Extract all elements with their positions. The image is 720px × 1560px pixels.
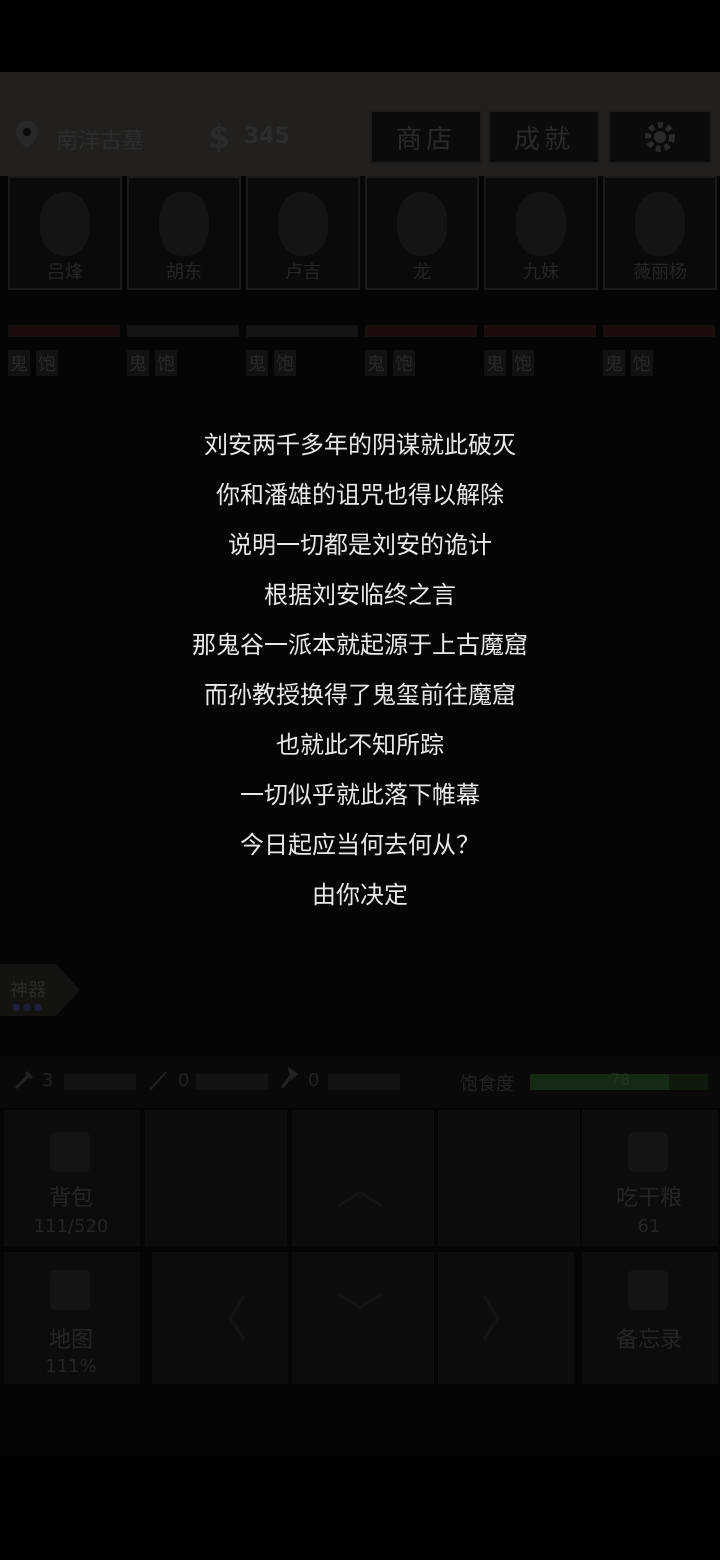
satiety-value: 78 (610, 1070, 631, 1089)
character-name: 卢吉 (285, 262, 321, 283)
shop-button[interactable]: 商店 (370, 110, 482, 164)
left-arrow-icon: 〈 (200, 1292, 249, 1348)
character-portrait (516, 192, 566, 256)
character-status: 鬼饱 (127, 350, 183, 376)
up-arrow-icon: ︿ (336, 1160, 385, 1216)
character-card[interactable]: 九妹 (484, 176, 598, 290)
satiety-fill (530, 1074, 669, 1090)
satiety-label: 饱食度 (460, 1074, 514, 1095)
health-bar (8, 325, 120, 337)
story-line: 也就此不知所踪 (276, 731, 444, 759)
grid-cell[interactable] (438, 1110, 580, 1246)
navigation-bar (0, 1456, 720, 1560)
character-portrait (635, 192, 685, 256)
health-bar (603, 325, 715, 337)
settings-button[interactable] (608, 110, 712, 164)
character-status: 鬼饱 (365, 350, 421, 376)
pick-icon (149, 1071, 167, 1091)
character-card[interactable]: 薇丽杨 (603, 176, 717, 290)
character-card[interactable]: 吕烽 (8, 176, 122, 290)
grid-cell[interactable] (145, 1110, 287, 1246)
story-text[interactable]: 刘安两千多年的阴谋就此破灭 你和潘雄的诅咒也得以解除 说明一切都是刘安的诡计 根… (0, 420, 720, 920)
character-portrait (40, 192, 90, 256)
backpack-icon (50, 1132, 90, 1172)
character-portrait (397, 192, 447, 256)
right-arrow-icon: 〉 (480, 1292, 529, 1348)
achievement-button[interactable]: 成就 (488, 110, 600, 164)
character-name: 龙 (413, 262, 431, 283)
character-card[interactable]: 龙 (365, 176, 479, 290)
health-bar (365, 325, 477, 337)
story-line: 根据刘安临终之言 (264, 581, 456, 609)
story-line: 而孙教授换得了鬼玺前往魔窟 (204, 681, 516, 709)
item1-count: 3 (42, 1070, 54, 1091)
item3-bar (328, 1074, 400, 1090)
health-bar (484, 325, 596, 337)
money-value: 345 (244, 124, 290, 149)
character-card[interactable]: 胡东 (127, 176, 241, 290)
down-arrow-icon: ﹀ (336, 1288, 385, 1344)
character-portrait (159, 192, 209, 256)
map-label: 地图 (48, 1328, 93, 1353)
character-status: 鬼饱 (8, 350, 64, 376)
spade-icon (280, 1066, 299, 1089)
character-status: 鬼饱 (246, 350, 302, 376)
backpack-count: 111/520 (33, 1216, 109, 1237)
item2-count: 0 (178, 1070, 190, 1091)
map-icon (50, 1270, 90, 1310)
character-name: 薇丽杨 (633, 262, 687, 283)
status-bar (0, 0, 720, 72)
location-pin-icon (16, 121, 38, 149)
ration-label: 吃干粮 (615, 1186, 682, 1211)
health-bar (127, 325, 239, 337)
health-bar (246, 325, 358, 337)
character-portrait (278, 192, 328, 256)
location-name: 南洋古墓 (56, 129, 145, 154)
ration-count: 61 (637, 1216, 661, 1237)
map-percent: 111% (45, 1356, 97, 1377)
story-line: 你和潘雄的诅咒也得以解除 (216, 481, 504, 509)
character-status: 鬼饱 (603, 350, 659, 376)
story-line: 刘安两千多年的阴谋就此破灭 (204, 431, 516, 459)
story-line: 由你决定 (312, 881, 408, 909)
artifact-label: 神器 (10, 980, 46, 1001)
memo-icon (628, 1270, 668, 1310)
item2-bar (196, 1074, 268, 1090)
character-card[interactable]: 卢吉 (246, 176, 360, 290)
artifact-dots: ●●● (12, 1002, 45, 1013)
story-line: 今日起应当何去何从？ (240, 831, 480, 859)
backpack-label: 背包 (48, 1186, 93, 1211)
money-icon: $ (208, 118, 231, 156)
story-line: 一切似乎就此落下帷幕 (240, 781, 480, 809)
shovel-icon (14, 1070, 34, 1090)
ration-bag-icon (628, 1132, 668, 1172)
character-name: 吕烽 (47, 262, 83, 283)
story-line: 说明一切都是刘安的诡计 (228, 531, 492, 559)
gear-icon (645, 122, 675, 152)
item1-bar (64, 1074, 136, 1090)
story-line: 那鬼谷一派本就起源于上古魔窟 (192, 631, 528, 659)
character-name: 胡东 (166, 262, 202, 283)
character-status: 鬼饱 (484, 350, 540, 376)
item3-count: 0 (308, 1070, 320, 1091)
character-name: 九妹 (523, 262, 559, 283)
memo-label: 备忘录 (615, 1328, 682, 1353)
